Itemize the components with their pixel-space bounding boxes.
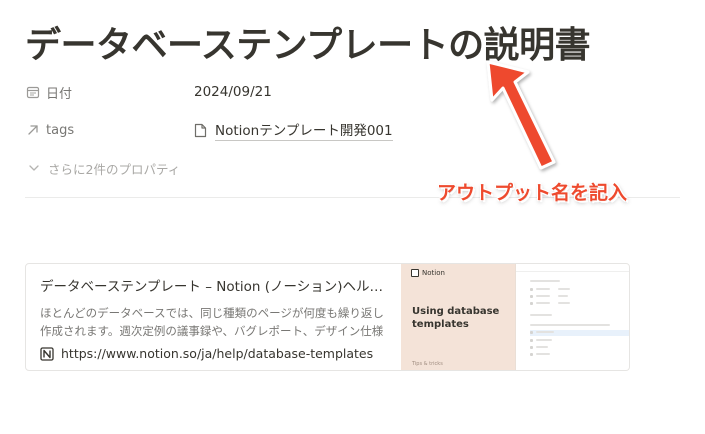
thumbnail-line — [558, 288, 570, 290]
thumbnail-line — [530, 324, 610, 326]
bookmark-description: ほとんどのデータベースでは、同じ種類のページが何度も繰り返し作成されます。週次定… — [40, 306, 384, 338]
property-value-tags[interactable]: Notionテンプレート開発001 — [194, 119, 393, 141]
thumbnail-line — [536, 288, 550, 290]
thumbnail-line — [558, 302, 570, 304]
annotation-callout: アウトプット名を記入 — [437, 182, 628, 204]
thumbnail-line — [536, 331, 554, 333]
bookmark-thumbnail: Notion Using database templates Tips & t… — [401, 264, 629, 370]
property-label-text: tags — [46, 122, 75, 138]
bookmark-url: https://www.notion.so/ja/help/database-t… — [61, 346, 374, 361]
property-value-date[interactable]: 2024/09/21 — [194, 84, 272, 100]
thumbnail-dot — [530, 288, 533, 291]
thumbnail-dot — [530, 331, 533, 334]
property-label-date[interactable]: 日付 — [26, 83, 194, 102]
thumbnail-line — [530, 314, 552, 316]
thumbnail-screenshot-panel — [515, 264, 629, 370]
related-page-link[interactable]: Notionテンプレート開発001 — [215, 119, 393, 141]
notion-logo-icon — [40, 346, 54, 361]
bookmark-url-row: https://www.notion.so/ja/help/database-t… — [40, 346, 387, 361]
thumbnail-line — [536, 302, 550, 304]
annotation-arrow-icon — [486, 60, 556, 170]
date-value: 2024/09/21 — [194, 84, 272, 100]
thumbnail-line — [530, 280, 560, 282]
property-label-tags[interactable]: tags — [26, 123, 194, 138]
more-properties-label: さらに2件のプロパティ — [48, 161, 181, 177]
more-properties-toggle[interactable]: さらに2件のプロパティ — [28, 157, 180, 179]
relation-arrow-icon — [26, 123, 40, 137]
bookmark-text: データベーステンプレート – Notion (ノーション)ヘルプ… ほとんどのデ… — [26, 264, 401, 370]
thumbnail-dot — [530, 302, 533, 305]
thumbnail-toolbar — [516, 264, 629, 272]
thumbnail-footer: Tips & tricks — [412, 361, 443, 367]
bookmark-title: データベーステンプレート – Notion (ノーション)ヘルプ… — [40, 279, 387, 295]
chevron-down-icon — [28, 162, 40, 174]
thumbnail-line — [558, 295, 568, 297]
thumbnail-line — [536, 339, 552, 341]
calendar-icon — [26, 85, 40, 99]
property-row-tags[interactable]: tags Notionテンプレート開発001 — [26, 117, 393, 143]
property-row-date[interactable]: 日付 2024/09/21 — [26, 79, 272, 105]
thumbnail-dot — [530, 295, 533, 298]
thumbnail-dot — [530, 346, 533, 349]
thumbnail-heading: Using database templates — [412, 306, 500, 330]
thumbnail-line — [536, 353, 550, 355]
thumbnail-line — [536, 295, 550, 297]
page-icon — [194, 123, 207, 138]
thumbnail-brand: Notion — [411, 269, 445, 277]
property-label-text: 日付 — [46, 86, 73, 102]
notion-mini-logo-icon — [411, 269, 419, 277]
thumbnail-dot — [530, 339, 533, 342]
thumbnail-line — [536, 346, 548, 348]
thumbnail-dot — [530, 353, 533, 356]
thumbnail-brand-text: Notion — [422, 269, 445, 277]
bookmark-card[interactable]: データベーステンプレート – Notion (ノーション)ヘルプ… ほとんどのデ… — [25, 263, 630, 371]
